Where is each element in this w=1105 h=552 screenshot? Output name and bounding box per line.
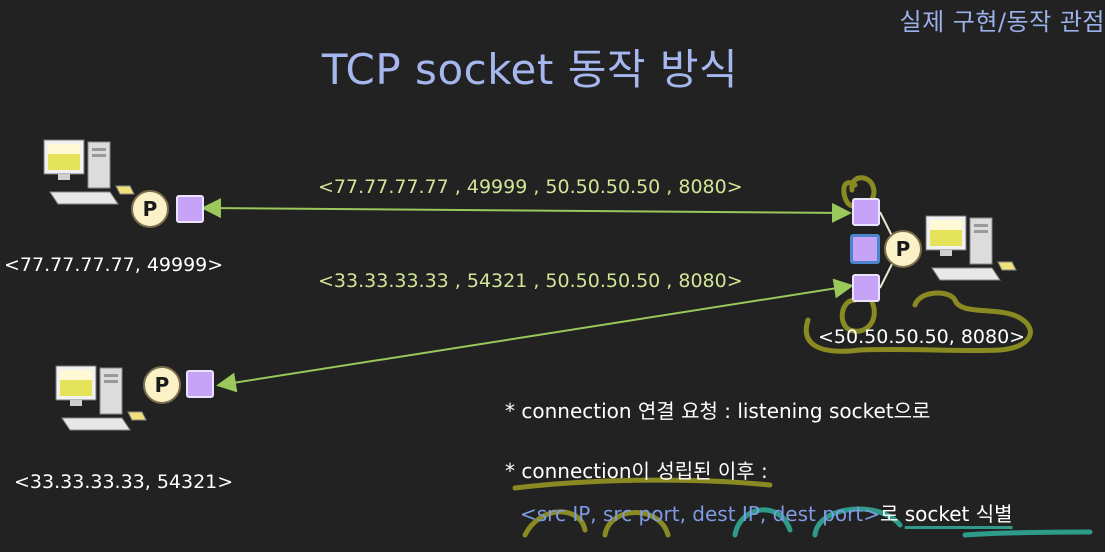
connection-label-2: <33.33.33.33 , 54321 , 50.50.50.50 , 808… xyxy=(318,270,743,292)
client2-process: P xyxy=(143,366,181,404)
desktop-computer-icon xyxy=(55,365,147,431)
tuple-suffix: 로 xyxy=(879,502,905,526)
connection-label-1: <77.77.77.77 , 49999 , 50.50.50.50 , 808… xyxy=(318,176,743,198)
arrow-connection-2 xyxy=(216,278,854,393)
client2-socket xyxy=(186,370,214,398)
tuple-src-port: src port xyxy=(603,502,680,526)
tuple-open: < xyxy=(520,502,537,526)
client2-address: <33.33.33.33, 54321> xyxy=(14,471,234,493)
socket-identify-label: socket 식별 xyxy=(904,502,1013,526)
server-socket-conn1 xyxy=(852,198,880,226)
client1-process: P xyxy=(131,190,169,228)
server-address: <50.50.50.50, 8080> xyxy=(818,326,1026,348)
note-after-connection: * connection이 성립된 이후 : xyxy=(505,459,768,483)
tuple-close: > xyxy=(863,502,880,526)
corner-caption: 실제 구현/동작 관점 xyxy=(899,8,1105,36)
desktop-computer-icon xyxy=(925,215,1017,281)
server-socket-conn2 xyxy=(852,274,880,302)
tuple-sep: , xyxy=(759,502,773,526)
arrow-connection-1 xyxy=(201,198,852,223)
tuple-sep: , xyxy=(679,502,693,526)
socket-identifier-tuple: <src IP, src port, dest IP, dest port>로 … xyxy=(520,498,1013,527)
note-connection-request: * connection 연결 요청 : listening socket으로 xyxy=(505,399,931,423)
client1-address: <77.77.77.77, 49999> xyxy=(4,254,224,276)
client1-socket xyxy=(176,195,204,223)
tuple-src-ip: src IP xyxy=(536,502,591,526)
server-listening-socket xyxy=(850,234,880,264)
tuple-dest-port: dest port xyxy=(772,502,864,526)
desktop-computer-icon xyxy=(43,139,135,205)
tuple-sep: , xyxy=(590,502,603,526)
page-title: TCP socket 동작 방식 xyxy=(321,45,739,94)
tuple-dest-ip: dest IP xyxy=(692,502,760,526)
server-process: P xyxy=(884,230,922,268)
